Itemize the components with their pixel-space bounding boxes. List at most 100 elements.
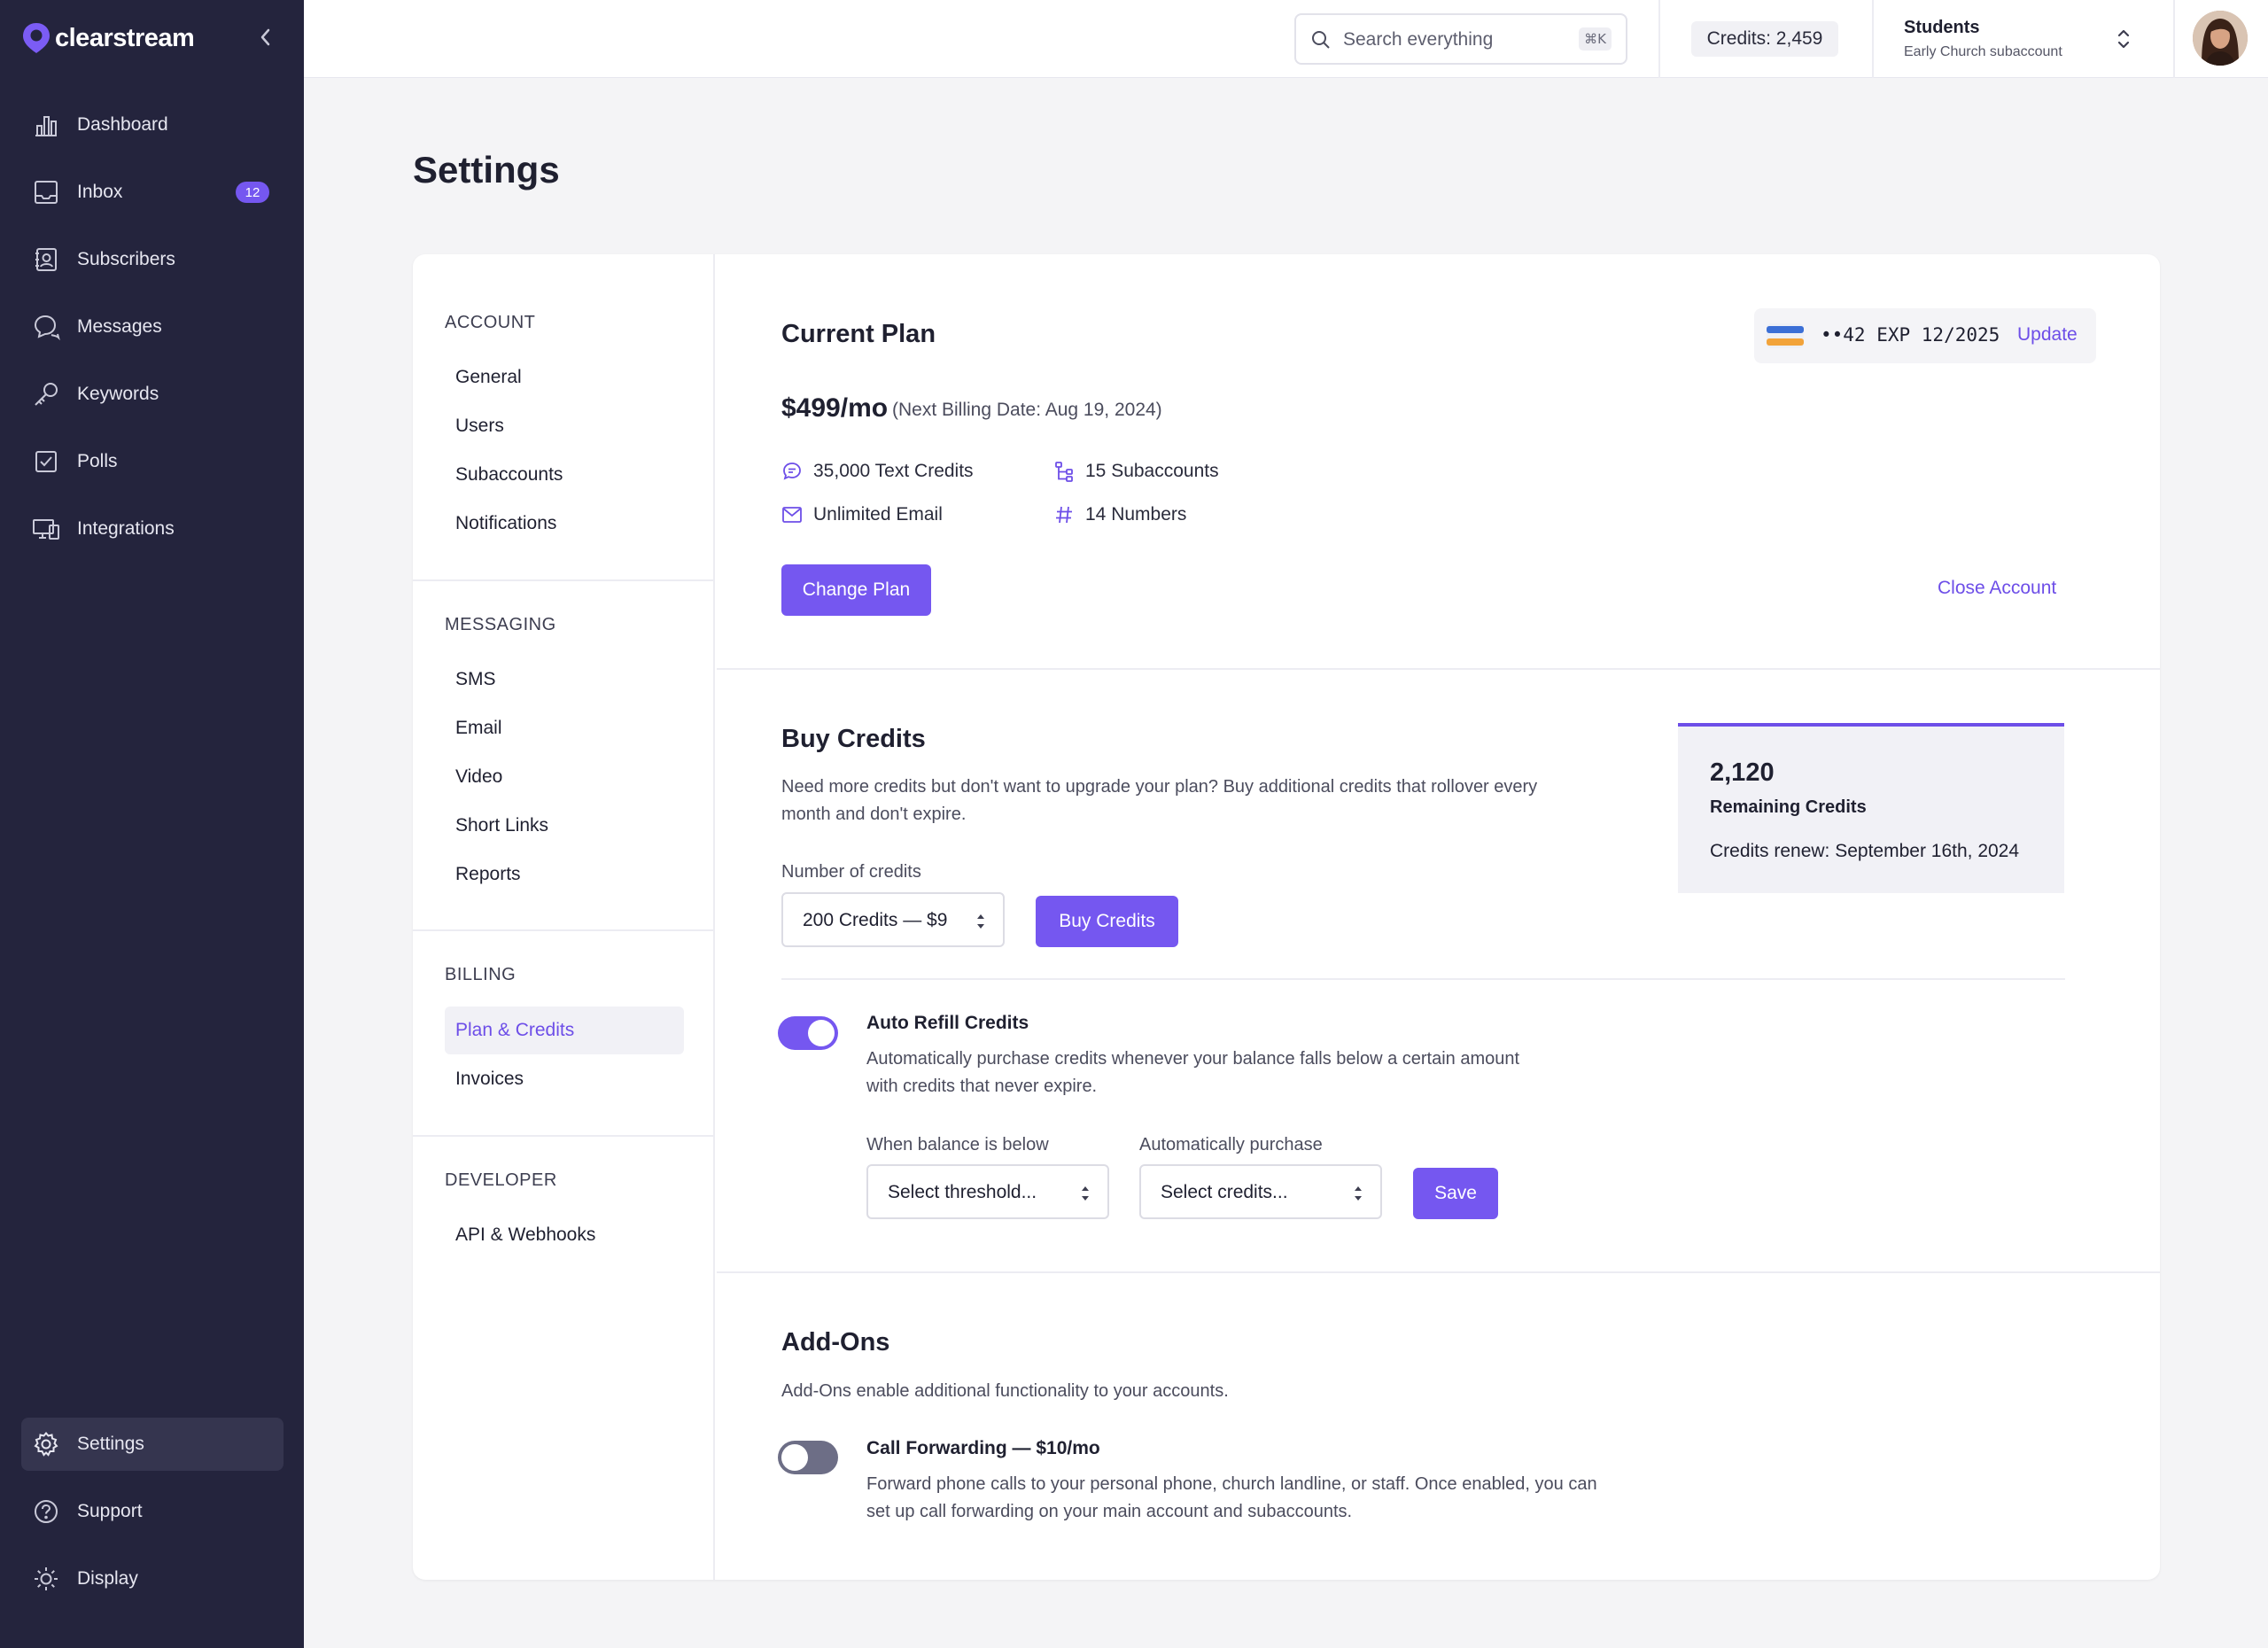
chevron-left-icon: [260, 28, 270, 46]
hierarchy-icon: [1055, 462, 1073, 482]
sidebar-item-integrations[interactable]: Integrations: [21, 502, 284, 556]
account-subtitle: Early Church subaccount: [1904, 44, 2062, 59]
auto-purchase-select[interactable]: Select credits...: [1139, 1164, 1382, 1219]
mail-icon: [782, 507, 802, 523]
sidebar-item-label: Settings: [77, 1434, 144, 1454]
settings-nav-api-webhooks[interactable]: API & Webhooks: [445, 1211, 684, 1259]
plan-feature-label: Unlimited Email: [813, 504, 943, 525]
avatar[interactable]: [2193, 11, 2248, 66]
save-auto-refill-button[interactable]: Save: [1413, 1168, 1498, 1219]
sidebar-item-subscribers[interactable]: Subscribers: [21, 233, 284, 286]
search-input[interactable]: Search everything ⌘K: [1294, 13, 1627, 65]
close-account-link[interactable]: Close Account: [1938, 578, 2056, 599]
section-divider: [717, 668, 2160, 670]
number-of-credits-label: Number of credits: [781, 862, 921, 882]
bar-chart-icon: [32, 111, 60, 139]
sidebar-item-label: Inbox: [77, 182, 123, 202]
inbox-icon: [32, 178, 60, 206]
page-title: Settings: [413, 149, 560, 190]
auto-purchase-label: Automatically purchase: [1139, 1135, 1323, 1154]
plan-feature: 14 Numbers: [1053, 504, 1186, 525]
addons-title: Add-Ons: [781, 1328, 890, 1356]
settings-nav-heading: DEVELOPER: [445, 1170, 557, 1190]
section-divider: [781, 978, 2065, 980]
next-billing-date: (Next Billing Date: Aug 19, 2024): [892, 400, 1162, 420]
auto-refill-toggle[interactable]: [778, 1016, 838, 1050]
settings-nav-divider: [413, 579, 715, 581]
settings-nav-heading: MESSAGING: [445, 615, 556, 634]
chat-bubble-icon: [783, 463, 801, 480]
settings-nav-video[interactable]: Video: [445, 753, 684, 801]
threshold-select[interactable]: Select threshold...: [866, 1164, 1109, 1219]
credits-amount-select[interactable]: 200 Credits — $9: [781, 892, 1005, 947]
plan-price: $499/mo: [781, 393, 889, 423]
auto-refill-description-line: with credits that never expire.: [866, 1077, 1098, 1096]
buy-credits-description: Need more credits but don't want to upgr…: [781, 773, 1632, 828]
call-forwarding-toggle[interactable]: [778, 1441, 838, 1474]
plan-feature-label: 35,000 Text Credits: [813, 461, 974, 481]
sidebar-item-dashboard[interactable]: Dashboard: [21, 98, 284, 152]
section-divider: [717, 1271, 2160, 1273]
settings-nav-subaccounts[interactable]: Subaccounts: [445, 451, 684, 499]
help-icon: [32, 1497, 60, 1526]
sidebar: clearstream Dashboard Inbox 12 Subscribe…: [0, 0, 304, 1648]
sun-icon: [32, 1565, 60, 1593]
sidebar-item-inbox[interactable]: Inbox 12: [21, 166, 284, 219]
settings-nav-invoices[interactable]: Invoices: [445, 1055, 684, 1103]
settings-nav-divider: [413, 929, 715, 931]
settings-card: ACCOUNT General Users Subaccounts Notifi…: [413, 254, 2160, 1580]
plan-feature-label: 14 Numbers: [1085, 504, 1187, 525]
sidebar-item-display[interactable]: Display: [21, 1552, 284, 1605]
chat-icon: [32, 313, 60, 341]
search-placeholder: Search everything: [1343, 29, 1494, 50]
call-forwarding-description-line: Forward phone calls to your personal pho…: [866, 1474, 1597, 1494]
settings-nav-users[interactable]: Users: [445, 402, 684, 450]
buy-credits-button[interactable]: Buy Credits: [1036, 896, 1178, 947]
user-photo-icon: [2193, 11, 2248, 66]
settings-nav-reports[interactable]: Reports: [445, 851, 684, 898]
chevron-up-down-icon: [2115, 25, 2132, 53]
threshold-label: When balance is below: [866, 1135, 1049, 1154]
settings-nav-email[interactable]: Email: [445, 704, 684, 752]
toggle-knob: [781, 1444, 808, 1471]
contacts-icon: [32, 245, 60, 274]
hash-icon: [1056, 506, 1072, 524]
settings-nav-notifications[interactable]: Notifications: [445, 500, 684, 548]
buy-credits-description-line: Need more credits but don't want to upgr…: [781, 777, 1538, 797]
settings-nav-general[interactable]: General: [445, 354, 684, 401]
plan-feature: Unlimited Email: [781, 504, 943, 525]
credits-amount-value: 200 Credits — $9: [803, 910, 948, 930]
remaining-credits-label: Remaining Credits: [1710, 797, 1867, 817]
settings-nav-sms[interactable]: SMS: [445, 656, 684, 704]
account-name: Students: [1904, 18, 1980, 37]
sidebar-item-support[interactable]: Support: [21, 1485, 284, 1538]
change-plan-button[interactable]: Change Plan: [781, 564, 931, 616]
collapse-sidebar-button[interactable]: [253, 25, 278, 50]
update-card-link[interactable]: Update: [2017, 324, 2078, 346]
settings-nav-short-links[interactable]: Short Links: [445, 802, 684, 850]
remaining-credits-panel: 2,120 Remaining Credits Credits renew: S…: [1678, 723, 2064, 893]
sidebar-item-settings[interactable]: Settings: [21, 1418, 284, 1471]
select-caret-icon: [977, 914, 984, 929]
auto-refill-description-line: Automatically purchase credits whenever …: [866, 1049, 1520, 1069]
call-forwarding-description-line: set up call forwarding on your main acco…: [866, 1502, 1353, 1521]
credit-card-icon: [1767, 323, 1804, 348]
remaining-credits-value: 2,120: [1710, 758, 1775, 787]
threshold-select-value: Select threshold...: [888, 1182, 1037, 1202]
sidebar-item-messages[interactable]: Messages: [21, 300, 284, 354]
settings-nav-plan-credits[interactable]: Plan & Credits: [445, 1007, 684, 1054]
auto-refill-description: Automatically purchase credits whenever …: [866, 1046, 1664, 1100]
sidebar-item-polls[interactable]: Polls: [21, 435, 284, 488]
buy-credits-title: Buy Credits: [781, 725, 926, 753]
search-shortcut-hint: ⌘K: [1579, 27, 1612, 51]
select-caret-icon: [1355, 1186, 1362, 1201]
gear-icon: [32, 1430, 60, 1458]
select-caret-icon: [1082, 1186, 1089, 1201]
topbar: Search everything ⌘K Credits: 2,459 Stud…: [304, 0, 2268, 78]
card-number-expiry: ••42 EXP 12/2025: [1821, 324, 2000, 346]
addons-description: Add-Ons enable additional functionality …: [781, 1381, 1229, 1401]
sidebar-item-label: Dashboard: [77, 114, 168, 135]
settings-nav: ACCOUNT General Users Subaccounts Notifi…: [413, 254, 715, 1580]
brand-logo[interactable]: clearstream: [21, 21, 195, 55]
sidebar-item-keywords[interactable]: Keywords: [21, 368, 284, 421]
